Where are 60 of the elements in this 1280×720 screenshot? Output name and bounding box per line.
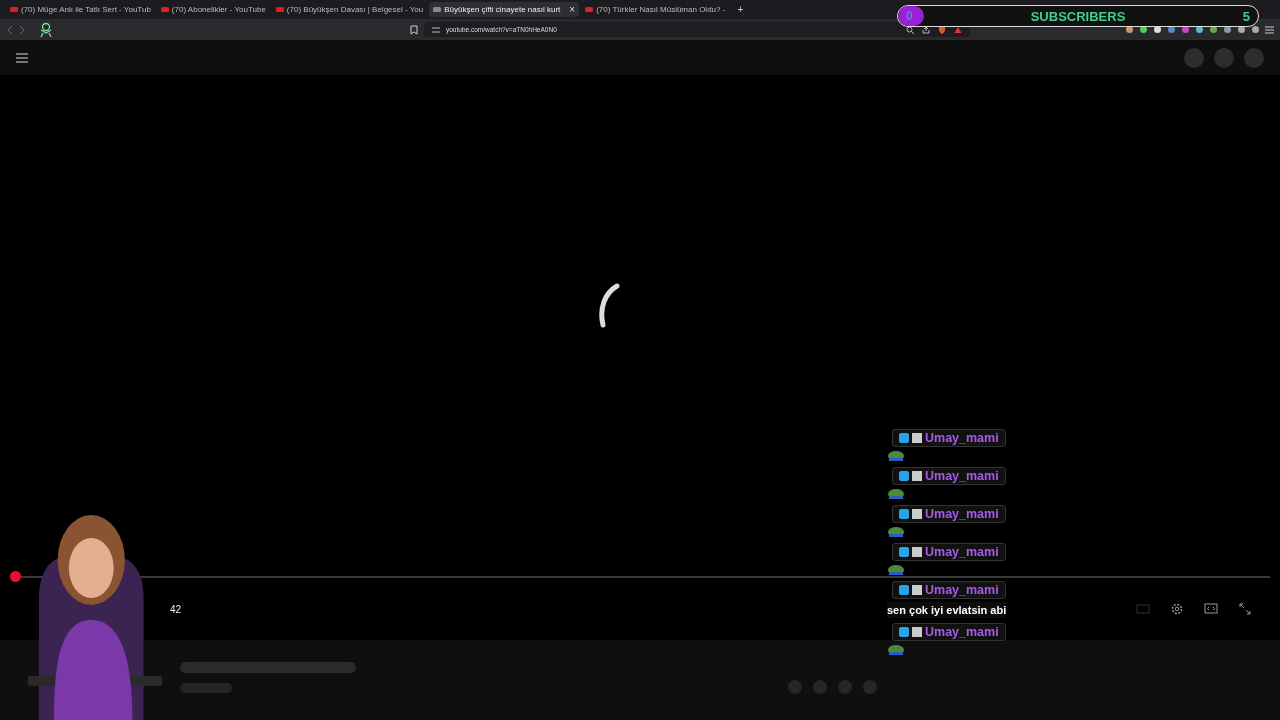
browser-tab[interactable]: (70) Abonelikler - YouTube xyxy=(156,2,270,17)
username-text: Umay_mami xyxy=(925,507,999,521)
back-icon[interactable] xyxy=(6,24,13,35)
youtube-icon xyxy=(275,7,284,12)
shield-icon[interactable] xyxy=(938,25,946,34)
close-tab-icon[interactable]: × xyxy=(569,4,576,15)
loading-placeholder xyxy=(1244,47,1264,68)
recording-dot-icon xyxy=(10,571,21,582)
cube-badge-icon xyxy=(899,585,909,595)
robot-logo-icon[interactable] xyxy=(38,21,54,38)
site-settings-icon[interactable] xyxy=(432,25,440,34)
frog-emote-icon xyxy=(887,488,905,500)
frog-emote-icon xyxy=(887,644,905,656)
character-badge-icon xyxy=(912,433,922,443)
zoom-icon[interactable] xyxy=(906,25,914,34)
cube-badge-icon xyxy=(899,433,909,443)
youtube-icon xyxy=(160,7,169,12)
forward-icon[interactable] xyxy=(19,24,26,35)
character-badge-icon xyxy=(912,627,922,637)
youtube-icon xyxy=(433,7,442,12)
bookmark-icon[interactable] xyxy=(410,24,418,35)
youtube-icon xyxy=(585,7,594,12)
cube-badge-icon xyxy=(899,471,909,481)
time-text: 42 xyxy=(170,603,182,615)
character-badge-icon xyxy=(912,547,922,557)
goal-current-text: 0 xyxy=(906,9,914,23)
goal-target-text: 5 xyxy=(1241,8,1250,24)
goal-label: SUBSCRIBERS xyxy=(1029,8,1127,24)
browser-tab[interactable]: (70) Türkler Nasıl Müslüman Oldu? - xyxy=(581,2,730,17)
username-text: Umay_mami xyxy=(925,583,999,597)
browser-tab[interactable]: (70) Büyükşen Davası | Belgesel - You xyxy=(271,2,428,17)
frog-emote-icon xyxy=(887,564,905,576)
character-badge-icon xyxy=(912,585,922,595)
menu-icon[interactable] xyxy=(1265,25,1274,34)
loading-placeholder xyxy=(1184,47,1204,68)
username-text: Umay_mami xyxy=(925,545,999,559)
triangle-icon[interactable] xyxy=(954,25,962,34)
loading-placeholder xyxy=(1214,47,1234,68)
username-text: Umay_mami xyxy=(925,625,999,639)
character-badge-icon xyxy=(912,471,922,481)
username-text: Umay_mami xyxy=(925,431,999,445)
menu-icon[interactable] xyxy=(16,52,28,63)
username-text: Umay_mami xyxy=(925,469,999,483)
loading-spinner-icon xyxy=(597,282,623,329)
cube-badge-icon xyxy=(899,547,909,557)
cube-badge-icon xyxy=(899,509,909,519)
miniplayer-icon[interactable] xyxy=(1204,602,1218,616)
cube-badge-icon xyxy=(899,627,909,637)
chat-message-text: sen çok iyi evlatsin abi xyxy=(887,602,1007,618)
new-tab-button[interactable]: + xyxy=(737,4,744,15)
frog-emote-icon xyxy=(887,450,905,462)
share-icon[interactable] xyxy=(922,25,930,34)
youtube-icon xyxy=(10,7,18,12)
character-badge-icon xyxy=(912,509,922,519)
frog-emote-icon xyxy=(887,526,905,538)
loading-placeholder xyxy=(180,683,232,693)
fullscreen-icon[interactable] xyxy=(1238,602,1252,616)
browser-tab[interactable]: Büyükşen çifti cinayete nasıl kurt × xyxy=(429,2,580,17)
browser-tab[interactable]: (70) Müge Anlı ile Tatlı Sert - YouTub xyxy=(6,2,155,17)
settings-icon[interactable] xyxy=(1170,602,1184,616)
